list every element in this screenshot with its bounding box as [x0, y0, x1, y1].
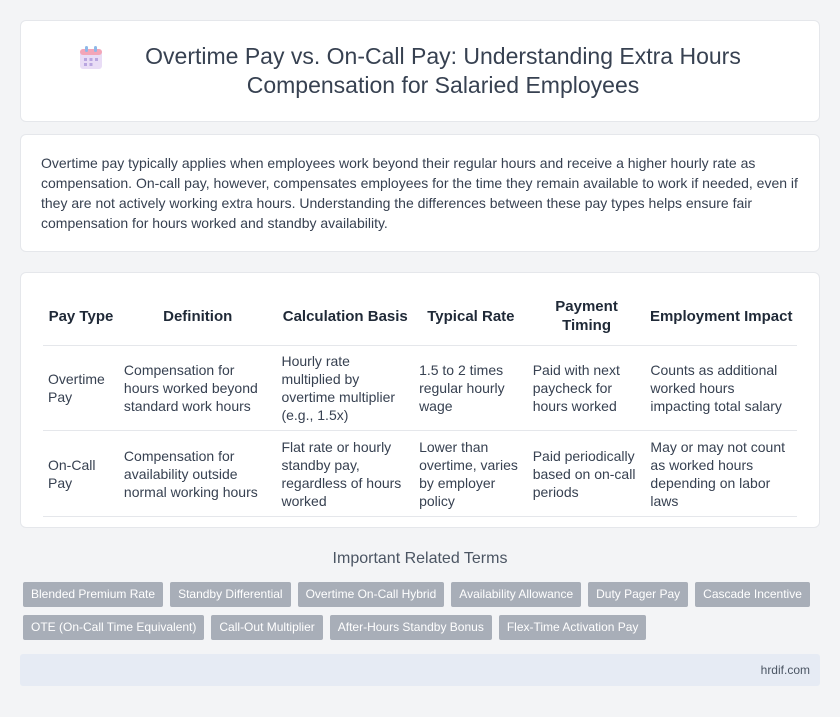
- cell-pay-type: On-Call Pay: [43, 430, 119, 517]
- tag-ote[interactable]: OTE (On-Call Time Equivalent): [23, 615, 205, 640]
- table-row: Overtime Pay Compensation for hours work…: [43, 345, 797, 431]
- tag-call-out-multiplier[interactable]: Call-Out Multiplier: [211, 615, 323, 640]
- header-definition: Definition: [118, 287, 277, 346]
- cell-calculation-basis: Hourly rate multiplied by overtime multi…: [276, 345, 415, 431]
- header-pay-type: Pay Type: [43, 287, 119, 346]
- comparison-table-card: Pay Type Definition Calculation Basis Ty…: [20, 272, 820, 528]
- cell-calculation-basis: Flat rate or hourly standby pay, regardl…: [276, 430, 415, 517]
- comparison-table: Pay Type Definition Calculation Basis Ty…: [43, 287, 797, 517]
- page-title: Overtime Pay vs. On-Call Pay: Understand…: [145, 43, 741, 98]
- tag-cascade-incentive[interactable]: Cascade Incentive: [695, 582, 810, 607]
- cell-typical-rate: 1.5 to 2 times regular hourly wage: [414, 345, 528, 431]
- header-calculation-basis: Calculation Basis: [276, 287, 415, 346]
- title-wrap: Overtime Pay vs. On-Call Pay: Understand…: [37, 42, 803, 100]
- table-header-row: Pay Type Definition Calculation Basis Ty…: [43, 287, 797, 346]
- tag-after-hours-standby-bonus[interactable]: After-Hours Standby Bonus: [329, 615, 492, 640]
- cell-employment-impact: May or may not count as worked hours dep…: [645, 430, 797, 517]
- cell-employment-impact: Counts as additional worked hours impact…: [645, 345, 797, 431]
- header-payment-timing: Payment Timing: [527, 287, 646, 346]
- cell-definition: Compensation for hours worked beyond sta…: [118, 345, 277, 431]
- calendar-icon: [80, 46, 102, 69]
- table-row: On-Call Pay Compensation for availabilit…: [43, 430, 797, 517]
- header-employment-impact: Employment Impact: [645, 287, 797, 346]
- tag-flex-time-activation-pay[interactable]: Flex-Time Activation Pay: [498, 615, 647, 640]
- related-terms-tags: Blended Premium Rate Standby Differentia…: [23, 582, 813, 648]
- tag-row: Blended Premium Rate Standby Differentia…: [23, 582, 813, 607]
- tag-standby-differential[interactable]: Standby Differential: [170, 582, 291, 607]
- tag-blended-premium-rate[interactable]: Blended Premium Rate: [23, 582, 164, 607]
- footer: hrdif.com: [20, 654, 820, 686]
- cell-payment-timing: Paid with next paycheck for hours worked: [527, 345, 646, 431]
- tag-availability-allowance[interactable]: Availability Allowance: [451, 582, 582, 607]
- header-typical-rate: Typical Rate: [414, 287, 528, 346]
- tag-duty-pager-pay[interactable]: Duty Pager Pay: [588, 582, 689, 607]
- footer-site[interactable]: hrdif.com: [761, 663, 810, 677]
- tag-row: OTE (On-Call Time Equivalent) Call-Out M…: [23, 615, 813, 640]
- intro-card: Overtime pay typically applies when empl…: [20, 134, 820, 252]
- title-card: Overtime Pay vs. On-Call Pay: Understand…: [20, 20, 820, 122]
- cell-payment-timing: Paid periodically based on on-call perio…: [527, 430, 646, 517]
- intro-text: Overtime pay typically applies when empl…: [41, 155, 798, 231]
- cell-definition: Compensation for availability outside no…: [118, 430, 277, 517]
- tag-overtime-on-call-hybrid[interactable]: Overtime On-Call Hybrid: [297, 582, 445, 607]
- cell-pay-type: Overtime Pay: [43, 345, 119, 431]
- cell-typical-rate: Lower than overtime, varies by employer …: [414, 430, 528, 517]
- related-terms-title: Important Related Terms: [332, 550, 508, 567]
